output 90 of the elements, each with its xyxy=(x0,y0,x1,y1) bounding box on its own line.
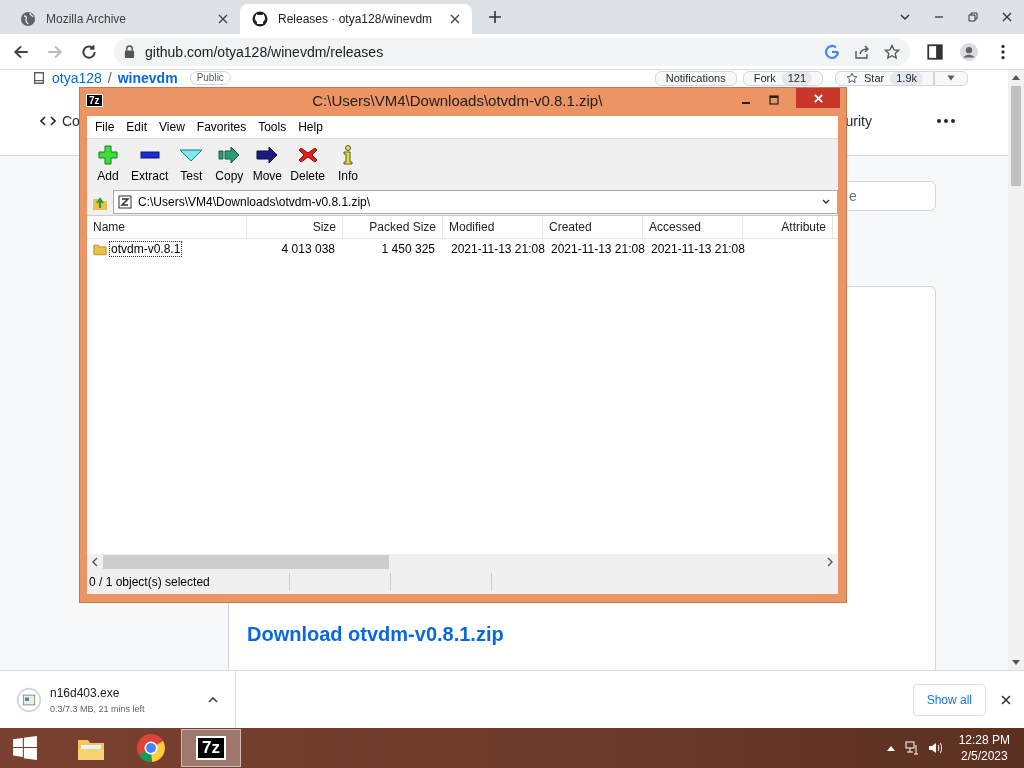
toolbar-button[interactable]: Extract xyxy=(127,145,173,183)
scroll-thumb[interactable] xyxy=(1011,86,1021,186)
close-icon[interactable] xyxy=(218,14,228,24)
app-logo: 7z xyxy=(196,735,226,761)
table-cell-text: 2021-11-13 21:08 xyxy=(450,241,546,257)
installer-file-icon xyxy=(16,686,42,713)
globe-icon xyxy=(20,11,36,27)
new-tab-icon[interactable] xyxy=(488,10,502,24)
show-all-button[interactable]: Show all xyxy=(912,683,986,716)
repo-nav-tab[interactable]: Co xyxy=(40,112,80,129)
plus-icon xyxy=(96,145,120,165)
fork-count: 121 xyxy=(781,71,812,85)
close-button[interactable] xyxy=(796,88,840,108)
app-logo: 7z xyxy=(86,93,103,107)
scroll-left-icon[interactable] xyxy=(91,557,99,567)
table-cell-text: 2021-11-13 21:08 xyxy=(550,241,646,257)
windows-start-icon[interactable] xyxy=(12,735,38,761)
download-file-name[interactable]: n16d403.exe xyxy=(50,685,199,700)
scroll-up-icon[interactable] xyxy=(1012,74,1020,80)
window-title: C:\Users\VM4\Downloads\otvdm-v0.8.1.zip\ xyxy=(311,91,604,109)
more-icon[interactable] xyxy=(936,117,956,124)
share-icon[interactable] xyxy=(854,43,870,60)
chevron-down-icon[interactable] xyxy=(899,11,911,23)
menu-item[interactable]: Tools xyxy=(252,120,293,134)
toolbar-button[interactable]: Add xyxy=(89,145,127,183)
menu-item[interactable]: File xyxy=(89,120,121,134)
scroll-down-icon[interactable] xyxy=(1012,660,1020,666)
menu-item[interactable]: Edit xyxy=(120,120,154,134)
column-header[interactable]: Modified xyxy=(443,216,543,238)
toolbar-button[interactable]: Info xyxy=(329,145,368,183)
table-cell-text: 1 450 325 xyxy=(380,241,436,257)
star-button[interactable]: Star 1.9k xyxy=(835,70,934,86)
restore-icon[interactable] xyxy=(967,11,979,23)
archive-icon xyxy=(118,195,132,209)
taskbar-app[interactable]: 7z xyxy=(181,729,241,767)
lock-icon xyxy=(124,45,135,58)
scroll-right-icon[interactable] xyxy=(826,557,834,567)
path-field[interactable]: C:\Users\VM4\Downloads\otvdm-v0.8.1.zip\ xyxy=(113,190,838,214)
clock-date[interactable]: 2/5/2023 xyxy=(960,749,1008,763)
search-field[interactable]: e xyxy=(848,181,936,211)
star-icon xyxy=(846,72,858,84)
clock-time[interactable]: 12:28 PM xyxy=(958,733,1010,747)
network-icon[interactable] xyxy=(904,740,921,756)
github-icon xyxy=(252,11,268,27)
speaker-icon[interactable] xyxy=(926,740,943,756)
maximize-icon[interactable] xyxy=(768,94,780,106)
download-progress-text: 0.3/7.3 MB, 21 mins left xyxy=(50,703,146,714)
menu-item[interactable]: Favorites xyxy=(190,120,253,134)
column-header[interactable]: Size xyxy=(247,216,343,238)
toolbar-button[interactable]: Move xyxy=(248,145,287,183)
repo-name-link[interactable]: winevdm xyxy=(117,70,178,86)
toolbar-button[interactable]: Delete xyxy=(286,145,330,183)
close-icon xyxy=(812,92,824,104)
status-text: 0 / 1 object(s) selected xyxy=(88,575,211,589)
arrow-right-icon xyxy=(217,145,242,165)
show-hidden-icons-icon[interactable] xyxy=(886,745,895,751)
column-header[interactable]: Created xyxy=(543,216,643,238)
download-link[interactable]: Download otvdm-v0.8.1.zip xyxy=(247,623,935,646)
close-icon[interactable] xyxy=(450,14,460,24)
page-scrollbar[interactable] xyxy=(1008,70,1024,670)
toolbar-button[interactable]: Copy xyxy=(210,145,249,183)
address-bar[interactable]: github.com/otya128/winevdm/releases xyxy=(114,37,910,66)
close-icon[interactable] xyxy=(1001,11,1013,23)
arrow-right-icon xyxy=(255,145,280,165)
table-cell-text: 2021-11-13 21:08 xyxy=(650,241,746,257)
star-count: 1.9k xyxy=(890,71,923,85)
browser-tab[interactable]: Mozilla Archive xyxy=(8,4,240,34)
separator-text: / xyxy=(107,70,112,86)
table-cell-text: 4 013 038 xyxy=(280,241,336,257)
star-icon[interactable] xyxy=(884,43,900,60)
toolbar-button[interactable]: Test xyxy=(172,145,211,183)
repo-owner-link[interactable]: otya128 xyxy=(52,70,102,86)
column-header[interactable]: Name xyxy=(87,216,247,238)
scroll-thumb[interactable] xyxy=(103,555,389,569)
browser-tab[interactable]: Releases · otya128/winevdm xyxy=(240,4,472,34)
chrome-icon xyxy=(135,732,167,764)
menu-item[interactable]: View xyxy=(153,120,191,134)
star-dropdown-button[interactable] xyxy=(934,70,968,86)
column-header[interactable]: Attribute xyxy=(743,216,833,238)
notifications-button[interactable]: Notifications xyxy=(654,70,737,86)
file-name[interactable]: otvdm-v0.8.1 xyxy=(109,241,183,257)
column-header[interactable]: Packed Size xyxy=(343,216,443,238)
code-icon xyxy=(40,114,56,127)
menu-item[interactable]: Help xyxy=(292,120,329,134)
column-header[interactable]: Accessed xyxy=(643,216,743,238)
folder-icon xyxy=(93,242,107,256)
close-icon[interactable] xyxy=(1000,693,1012,706)
repo-icon xyxy=(32,71,46,85)
google-icon[interactable] xyxy=(824,43,840,60)
fork-button[interactable]: Fork 121 xyxy=(742,70,823,86)
